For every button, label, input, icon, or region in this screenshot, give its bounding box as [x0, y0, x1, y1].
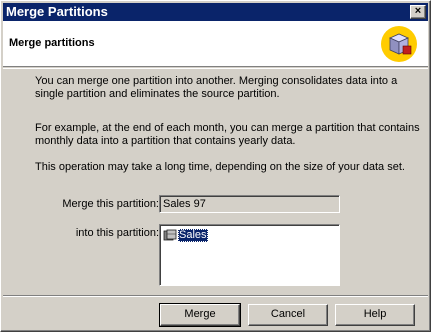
- target-partition-label: into this partition:: [75, 227, 159, 239]
- list-item[interactable]: Sales: [163, 228, 208, 242]
- merge-button-label: Merge: [184, 308, 216, 320]
- merge-button[interactable]: Merge: [159, 303, 241, 327]
- close-button[interactable]: ×: [410, 5, 426, 19]
- target-item-label: Sales: [178, 228, 208, 242]
- cancel-button-label: Cancel: [270, 308, 306, 320]
- source-partition-label: Merge this partition:: [62, 198, 159, 210]
- cube-merge-icon: [381, 26, 417, 62]
- window-title: Merge Partitions: [6, 4, 108, 19]
- wizard-header: Merge partitions: [3, 21, 428, 67]
- footer-divider: [3, 295, 428, 297]
- merge-partitions-dialog: Merge Partitions × Merge partitions You …: [0, 0, 431, 332]
- source-partition-field: Sales 97: [159, 195, 340, 213]
- help-button[interactable]: Help: [335, 304, 415, 326]
- description-paragraph-3: This operation may take a long time, dep…: [35, 161, 405, 173]
- close-icon: ×: [414, 5, 422, 17]
- title-bar[interactable]: Merge Partitions ×: [3, 3, 428, 21]
- cancel-button[interactable]: Cancel: [248, 304, 328, 326]
- source-partition-value: Sales 97: [163, 198, 206, 210]
- partition-icon: [163, 229, 177, 240]
- page-title: Merge partitions: [9, 37, 95, 49]
- header-divider: [3, 68, 428, 69]
- description-paragraph-1: You can merge one partition into another…: [35, 75, 398, 100]
- help-button-label: Help: [363, 308, 387, 320]
- description-paragraph-2: For example, at the end of each month, y…: [35, 122, 420, 147]
- target-partition-list[interactable]: Sales: [159, 224, 340, 286]
